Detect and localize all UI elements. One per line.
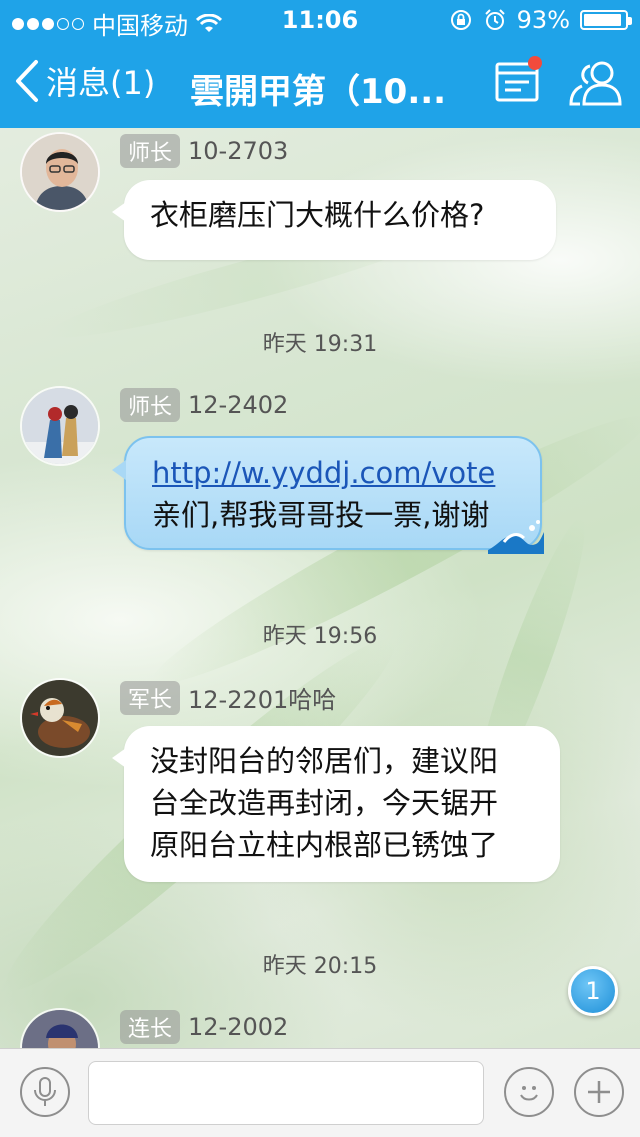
plus-icon [588, 1081, 610, 1103]
message-link[interactable]: http://w.yyddj.com/vote [152, 452, 514, 494]
message-text: 没封阳台的邻居们，建议阳 [150, 744, 499, 778]
message-text: 亲们,帮我哥哥投一票,谢谢 [152, 498, 490, 532]
timestamp: 昨天 20:15 [262, 954, 378, 979]
back-label: 消息(1) [46, 64, 156, 102]
status-bar: 中国移动 11:06 93% [0, 0, 640, 40]
avatar[interactable] [20, 132, 100, 212]
message-bubble[interactable]: 没封阳台的邻居们，建议阳 台全改造再封闭，今天锯开 原阳台立柱内根部已锈蚀了 [112, 726, 560, 882]
avatar[interactable] [20, 1008, 100, 1048]
message-meta: 师长 12-2402 [120, 388, 288, 422]
microphone-icon [34, 1077, 56, 1106]
battery-fill [584, 14, 622, 26]
rank-badge: 军长 [120, 680, 181, 715]
smiley-icon [520, 1086, 538, 1101]
battery-icon [580, 10, 632, 30]
avatar-person-image [22, 1010, 98, 1048]
bubble-tail [112, 202, 126, 222]
unread-count-badge[interactable]: 1 [568, 966, 618, 1016]
avatar-man-image [22, 134, 98, 210]
emoji-button[interactable] [504, 1067, 554, 1117]
rank-badge: 师长 [120, 388, 181, 422]
message-meta: 师长 10-2703 [120, 134, 288, 168]
rank-badge: 师长 [120, 134, 181, 168]
avatar-duck-image [22, 680, 98, 756]
message-meta: 军长 12-2201哈哈 [120, 680, 336, 715]
back-button[interactable]: 消息(1) [14, 58, 155, 104]
group-notice-button[interactable] [494, 56, 542, 104]
message-text: 衣柜磨压门大概什么价格? [150, 198, 485, 232]
timestamp: 昨天 19:56 [262, 624, 378, 649]
sender-name: 12-2201哈哈 [188, 686, 337, 714]
sender-name: 10-2703 [188, 137, 289, 165]
battery-percent: 93% [516, 6, 570, 34]
message-bubble[interactable]: http://w.yyddj.com/vote 亲们,帮我哥哥投一票,谢谢 [112, 436, 544, 554]
input-bar [0, 1048, 640, 1137]
avatar-girls-image [22, 388, 98, 464]
more-options-button[interactable] [574, 1067, 624, 1117]
avatar[interactable] [20, 678, 100, 758]
message-bubble[interactable]: 衣柜磨压门大概什么价格? [112, 180, 556, 260]
wave-decoration-icon [488, 520, 544, 554]
message-input[interactable] [88, 1061, 484, 1125]
sender-name: 12-2002 [188, 1013, 289, 1041]
message-text: 台全改造再封闭，今天锯开 [150, 786, 499, 820]
battery-nub [628, 17, 632, 25]
nav-bar: 消息(1) 雲開甲第（10... [0, 40, 640, 128]
voice-button[interactable] [20, 1067, 70, 1117]
rotation-lock-icon [450, 10, 471, 30]
page-title: 雲開甲第（10... [190, 72, 447, 112]
bubble-tail [112, 748, 126, 768]
chevron-left-icon [16, 60, 38, 102]
alarm-icon [484, 9, 505, 30]
group-members-button[interactable] [566, 58, 626, 108]
sender-name: 12-2402 [188, 391, 289, 419]
message-meta: 连长 12-2002 [120, 1010, 288, 1044]
notification-dot [528, 56, 542, 70]
status-right: 93% [449, 6, 632, 34]
chat-list[interactable]: 师长 10-2703 衣柜磨压门大概什么价格? 昨天 19:31 师长 12-2… [0, 128, 640, 1048]
bubble-tail [112, 460, 126, 480]
message-text: 原阳台立柱内根部已锈蚀了 [150, 828, 499, 862]
avatar[interactable] [20, 386, 100, 466]
rank-badge: 连长 [120, 1010, 181, 1044]
people-icon [569, 61, 622, 106]
timestamp: 昨天 19:31 [262, 332, 378, 357]
